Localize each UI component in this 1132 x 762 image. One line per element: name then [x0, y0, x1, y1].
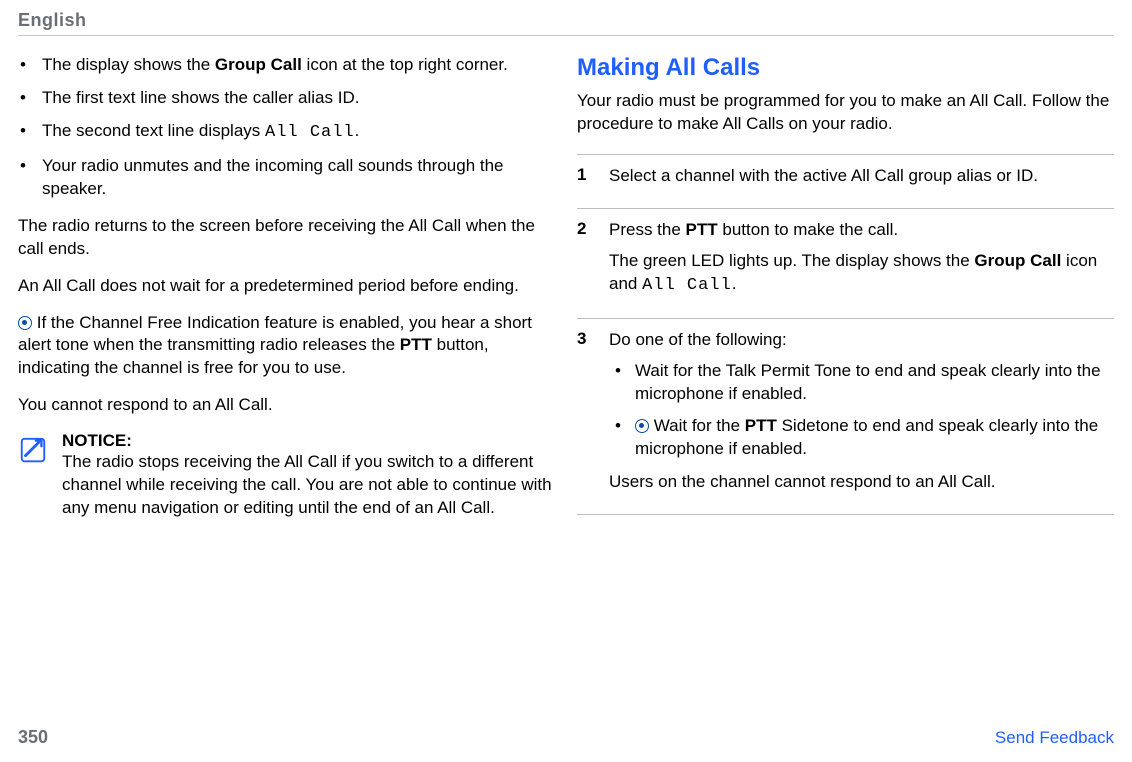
right-column: Making All Calls Your radio must be prog… [577, 54, 1114, 520]
step-body: Do one of the following: • Wait for the … [609, 329, 1114, 503]
left-column: • The display shows the Group Call icon … [18, 54, 555, 520]
text-segment: The second text line displays [42, 121, 265, 140]
bullet-text: The display shows the Group Call icon at… [42, 54, 555, 77]
step-text: Select a channel with the active All Cal… [609, 165, 1114, 188]
step-text: The green LED lights up. The display sho… [609, 250, 1114, 298]
bullet-text: The second text line displays All Call. [42, 120, 555, 145]
list-item: • Wait for the Talk Permit Tone to end a… [609, 360, 1114, 406]
step-text: Do one of the following: [609, 329, 1114, 352]
step-text: Press the PTT button to make the call. [609, 219, 1114, 242]
steps-list: 1 Select a channel with the active All C… [577, 154, 1114, 515]
step-body: Select a channel with the active All Cal… [609, 165, 1114, 196]
text-segment: Wait for the [654, 416, 745, 435]
list-item: • Your radio unmutes and the incoming ca… [18, 155, 555, 201]
step-item: 3 Do one of the following: • Wait for th… [577, 318, 1114, 516]
bullet-text: The first text line shows the caller ali… [42, 87, 555, 110]
section-intro: Your radio must be programmed for you to… [577, 90, 1114, 136]
step-number: 3 [577, 329, 609, 503]
bullet-dot: • [18, 155, 42, 201]
step-text: Users on the channel cannot respond to a… [609, 471, 1114, 494]
step-sub-bullets: • Wait for the Talk Permit Tone to end a… [609, 360, 1114, 462]
footer: 350 Send Feedback [18, 727, 1114, 748]
step-item: 2 Press the PTT button to make the call.… [577, 208, 1114, 318]
notice-label: NOTICE: [62, 431, 555, 451]
bullet-dot: • [18, 87, 42, 110]
bullet-dot: • [615, 415, 635, 461]
left-bulleted-list: • The display shows the Group Call icon … [18, 54, 555, 201]
notice-text: The radio stops receiving the All Call i… [62, 451, 555, 520]
paragraph: The radio returns to the screen before r… [18, 215, 555, 261]
text-segment: The display shows the [42, 55, 215, 74]
text-bold: PTT [686, 220, 718, 239]
step-number: 2 [577, 219, 609, 306]
list-item: • The display shows the Group Call icon … [18, 54, 555, 77]
notice-icon [18, 431, 62, 520]
text-mono: All Call [642, 276, 732, 295]
paragraph: You cannot respond to an All Call. [18, 394, 555, 417]
text-bold: PTT [745, 416, 777, 435]
bullet-dot: • [18, 54, 42, 77]
header-divider [18, 35, 1114, 36]
page-number: 350 [18, 727, 48, 748]
bullet-text: Wait for the PTT Sidetone to end and spe… [635, 415, 1114, 461]
text-segment: The green LED lights up. The display sho… [609, 251, 974, 270]
content-columns: • The display shows the Group Call icon … [18, 54, 1114, 520]
text-segment: . [732, 274, 737, 293]
text-bold: PTT [400, 335, 432, 354]
bullet-dot: • [615, 360, 635, 406]
notice-block: NOTICE: The radio stops receiving the Al… [18, 431, 555, 520]
text-segment: . [355, 121, 360, 140]
text-bold: Group Call [215, 55, 302, 74]
step-item: 1 Select a channel with the active All C… [577, 154, 1114, 208]
text-bold: Group Call [974, 251, 1061, 270]
info-icon [635, 419, 649, 433]
paragraph: An All Call does not wait for a predeter… [18, 275, 555, 298]
list-item: • Wait for the PTT Sidetone to end and s… [609, 415, 1114, 461]
header-language: English [18, 10, 1114, 31]
bullet-dot: • [18, 120, 42, 145]
text-segment: icon at the top right corner. [302, 55, 508, 74]
step-number: 1 [577, 165, 609, 196]
text-segment: button to make the call. [718, 220, 899, 239]
list-item: • The second text line displays All Call… [18, 120, 555, 145]
step-body: Press the PTT button to make the call. T… [609, 219, 1114, 306]
paragraph: If the Channel Free Indication feature i… [18, 312, 555, 381]
list-item: • The first text line shows the caller a… [18, 87, 555, 110]
notice-body: NOTICE: The radio stops receiving the Al… [62, 431, 555, 520]
bullet-text: Wait for the Talk Permit Tone to end and… [635, 360, 1114, 406]
bullet-text: Your radio unmutes and the incoming call… [42, 155, 555, 201]
send-feedback-link[interactable]: Send Feedback [995, 728, 1114, 748]
text-mono: All Call [265, 123, 355, 142]
info-icon [18, 316, 32, 330]
section-title: Making All Calls [577, 54, 1114, 82]
text-segment: Press the [609, 220, 686, 239]
